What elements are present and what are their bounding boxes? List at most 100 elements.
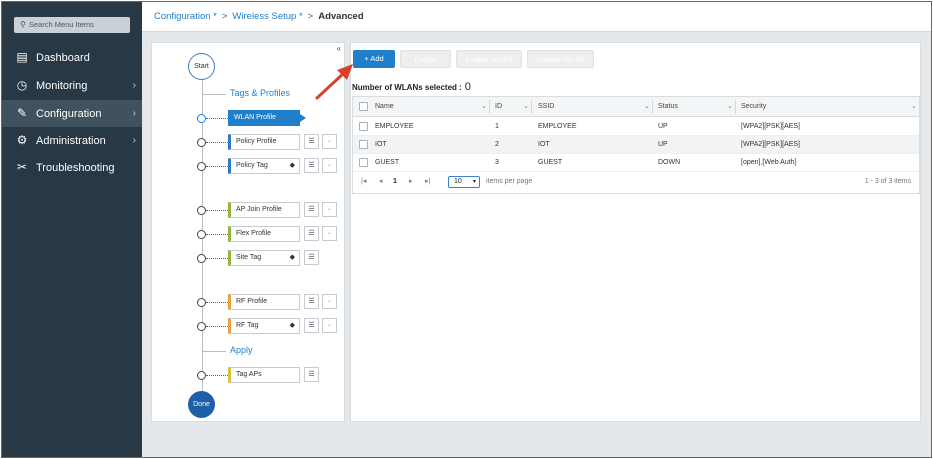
column-divider: [735, 100, 736, 114]
table-row[interactable]: GUEST 3 GUEST DOWN [open],[Web Auth]: [353, 154, 919, 172]
step-node: [197, 138, 206, 147]
prev-page-icon[interactable]: ◂: [379, 171, 383, 193]
cell-ssid: IOT: [538, 141, 550, 148]
step-connector: [206, 234, 228, 235]
cell-name[interactable]: IOT: [375, 136, 387, 154]
step-node: [197, 206, 206, 215]
list-icon[interactable]: ☰: [304, 367, 319, 382]
chevron-down-icon[interactable]: ⌄: [322, 318, 337, 333]
list-icon[interactable]: ☰: [304, 134, 319, 149]
cell-status: UP: [658, 141, 668, 148]
table-row[interactable]: IOT 2 IOT UP [WPA2][PSK][AES]: [353, 136, 919, 154]
row-checkbox[interactable]: [359, 140, 368, 149]
sidebar-item-troubleshooting[interactable]: ✂ Troubleshooting: [2, 154, 142, 181]
cell-ssid: EMPLOYEE: [538, 123, 577, 130]
column-id[interactable]: ID: [495, 97, 502, 117]
column-divider: [489, 100, 490, 114]
search-input[interactable]: ⚲ Search Menu Items: [14, 17, 130, 33]
sidebar-item-configuration[interactable]: ✎ Configuration ›: [2, 100, 142, 127]
sidebar-item-dashboard[interactable]: ▤ Dashboard: [2, 44, 142, 71]
list-icon[interactable]: ☰: [304, 158, 319, 173]
chevron-down-icon[interactable]: ⌄: [523, 97, 529, 117]
wlan-table: Name ⌄ ID ⌄ SSID ⌄ Status ⌄ Security ⌄ E…: [352, 96, 920, 194]
step-site-tag[interactable]: Site Tag ◆: [228, 250, 300, 266]
monitoring-icon: ◷: [16, 78, 28, 92]
section-connector: [202, 94, 226, 95]
next-page-icon[interactable]: ▸: [409, 171, 413, 193]
list-icon[interactable]: ☰: [304, 250, 319, 265]
chevron-right-icon: ›: [132, 108, 136, 119]
sidebar-item-label: Monitoring: [36, 80, 88, 92]
disable-wlan-button[interactable]: Disable WLAN: [527, 50, 594, 68]
step-policy-profile[interactable]: Policy Profile: [228, 134, 300, 150]
list-icon[interactable]: ☰: [304, 202, 319, 217]
column-divider: [652, 100, 653, 114]
dashboard-icon: ▤: [16, 50, 28, 64]
chevron-down-icon[interactable]: ⌄: [727, 97, 733, 117]
delete-button[interactable]: Delete: [400, 50, 451, 68]
cell-security: [open],[Web Auth]: [741, 159, 797, 166]
first-page-icon[interactable]: |◂: [361, 171, 366, 193]
chevron-down-icon[interactable]: ⌄: [322, 134, 337, 149]
step-ap-join-profile[interactable]: AP Join Profile: [228, 202, 300, 218]
step-node: [197, 322, 206, 331]
table-row[interactable]: EMPLOYEE 1 EMPLOYEE UP [WPA2][PSK][AES]: [353, 118, 919, 136]
cell-security: [WPA2][PSK][AES]: [741, 141, 801, 148]
step-connector: [206, 326, 228, 327]
step-node: [197, 230, 206, 239]
row-checkbox[interactable]: [359, 158, 368, 167]
tag-icon: ◆: [289, 322, 295, 329]
column-status[interactable]: Status: [658, 97, 678, 117]
items-per-page-select[interactable]: 10 ▾: [448, 176, 480, 188]
troubleshooting-icon: ✂: [16, 160, 28, 174]
search-icon: ⚲: [20, 20, 26, 29]
row-checkbox[interactable]: [359, 122, 368, 131]
step-flex-profile[interactable]: Flex Profile: [228, 226, 300, 242]
chevron-down-icon[interactable]: ⌄: [481, 97, 487, 117]
breadcrumb-wireless-setup[interactable]: Wireless Setup *: [232, 11, 302, 22]
selected-count-value: 0: [464, 81, 471, 93]
collapse-icon[interactable]: «: [337, 44, 341, 53]
column-name[interactable]: Name: [375, 97, 394, 117]
column-divider: [531, 100, 532, 114]
breadcrumb-separator: >: [307, 11, 314, 22]
current-page[interactable]: 1: [393, 171, 397, 193]
cell-name[interactable]: GUEST: [375, 154, 399, 172]
chevron-down-icon[interactable]: ⌄: [322, 202, 337, 217]
chevron-right-icon: ›: [132, 135, 136, 146]
add-button[interactable]: + Add: [353, 50, 395, 68]
chevron-down-icon[interactable]: ⌄: [644, 97, 650, 117]
last-page-icon[interactable]: ▸|: [425, 171, 430, 193]
column-security[interactable]: Security: [741, 97, 766, 117]
chevron-down-icon[interactable]: ⌄: [322, 226, 337, 241]
sidebar-item-administration[interactable]: ⚙ Administration ›: [2, 127, 142, 154]
table-header: Name ⌄ ID ⌄ SSID ⌄ Status ⌄ Security ⌄: [353, 97, 919, 117]
pager-summary: 1 - 3 of 3 items: [864, 178, 911, 185]
section-apply: Apply: [230, 345, 253, 355]
annotation-arrow: [315, 64, 353, 100]
chevron-down-icon[interactable]: ⌄: [911, 97, 917, 117]
step-tag-aps[interactable]: Tag APs: [228, 367, 300, 383]
list-icon[interactable]: ☰: [304, 294, 319, 309]
cell-name[interactable]: EMPLOYEE: [375, 118, 414, 136]
chevron-down-icon: ▾: [472, 179, 476, 185]
step-rf-profile[interactable]: RF Profile: [228, 294, 300, 310]
step-rf-tag[interactable]: RF Tag ◆: [228, 318, 300, 334]
column-ssid[interactable]: SSID: [538, 97, 554, 117]
list-icon[interactable]: ☰: [304, 318, 319, 333]
sidebar-item-monitoring[interactable]: ◷ Monitoring ›: [2, 72, 142, 99]
chevron-down-icon[interactable]: ⌄: [322, 294, 337, 309]
sidebar-item-label: Configuration: [36, 108, 102, 120]
list-icon[interactable]: ☰: [304, 226, 319, 241]
wlan-panel: + Add Delete Enable WLAN Disable WLAN Nu…: [350, 42, 921, 422]
enable-wlan-button[interactable]: Enable WLAN: [456, 50, 522, 68]
select-all-checkbox[interactable]: [359, 102, 368, 111]
configuration-icon: ✎: [16, 106, 28, 120]
breadcrumb-configuration[interactable]: Configuration *: [154, 11, 217, 22]
step-policy-tag[interactable]: Policy Tag ◆: [228, 158, 300, 174]
step-wlan-profile[interactable]: WLAN Profile: [228, 110, 306, 126]
chevron-right-icon: ›: [132, 80, 136, 91]
administration-icon: ⚙: [16, 133, 28, 147]
chevron-down-icon[interactable]: ⌄: [322, 158, 337, 173]
step-label: Policy Tag: [236, 162, 268, 169]
